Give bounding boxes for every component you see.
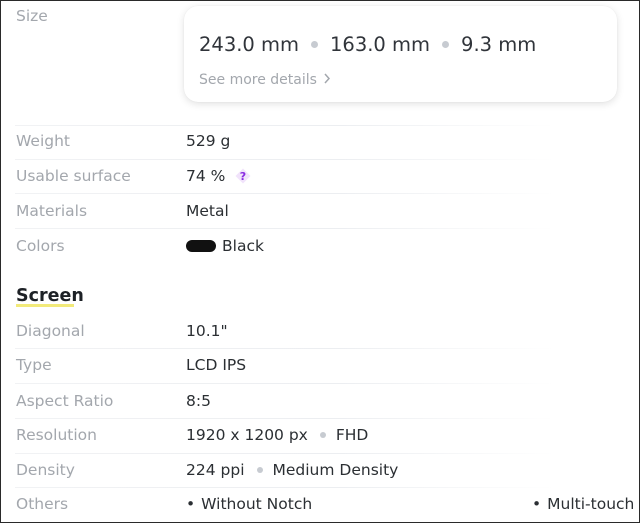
usable-surface-label: Usable surface [16,167,131,185]
separator-dot [256,467,263,473]
spec-panel: Size 243.0 mm 163.0 mm 9.3 mm See more d… [0,0,640,523]
size-width: 243.0 mm [199,33,300,56]
colors-value: Black [222,237,264,255]
divider [15,418,555,419]
size-card: 243.0 mm 163.0 mm 9.3 mm See more detail… [184,6,617,102]
divider [15,453,555,454]
density-tag: Medium Density [272,461,399,479]
divider [15,193,555,194]
aspect-ratio-label: Aspect Ratio [16,392,114,410]
diagonal-value: 10.1" [186,322,228,340]
see-more-details-link[interactable]: See more details [199,72,331,88]
divider [15,228,555,229]
see-more-label: See more details [199,72,317,88]
size-dimensions: 243.0 mm 163.0 mm 9.3 mm [199,33,536,56]
weight-label: Weight [16,132,71,150]
resolution-tag: FHD [335,426,369,444]
others-label: Others [16,495,69,513]
divider [15,125,555,126]
usable-surface-value: 74 % [186,167,226,185]
divider [15,348,555,349]
feature-without-notch: • Without Notch [186,495,312,513]
bullet-icon: • [186,495,196,513]
type-label: Type [16,356,52,374]
aspect-ratio-value: 8:5 [186,392,211,410]
divider [15,383,555,384]
feature-label: Without Notch [201,495,313,513]
colors-label: Colors [16,237,65,255]
resolution-row: 1920 x 1200 px FHD [186,426,368,444]
feature-label: Multi-touch [547,495,635,513]
resolution-value: 1920 x 1200 px [186,426,308,444]
size-height: 163.0 mm [330,33,431,56]
bullet-icon: • [532,495,542,513]
section-title-screen: Screen [16,286,84,306]
divider [15,487,555,488]
size-depth: 9.3 mm [461,33,537,56]
svg-text:?: ? [240,170,246,183]
type-value: LCD IPS [186,356,247,374]
weight-value: 529 g [186,132,231,150]
resolution-label: Resolution [16,426,97,444]
density-value: 224 ppi [186,461,245,479]
separator-dot [442,41,450,48]
separator-dot [319,432,326,438]
color-swatch [186,240,216,252]
materials-value: Metal [186,202,229,220]
question-mark-icon[interactable]: ? [235,168,251,184]
divider [15,159,555,160]
separator-dot [311,41,319,48]
feature-multi-touch: • Multi-touch [532,495,634,513]
materials-label: Materials [16,202,88,220]
colors-row: Black [186,237,264,255]
chevron-right-icon [323,72,331,88]
density-row: 224 ppi Medium Density [186,461,398,479]
usable-surface-row: 74 % ? [186,167,251,185]
size-label: Size [16,7,48,25]
diagonal-label: Diagonal [16,322,85,340]
density-label: Density [16,461,75,479]
